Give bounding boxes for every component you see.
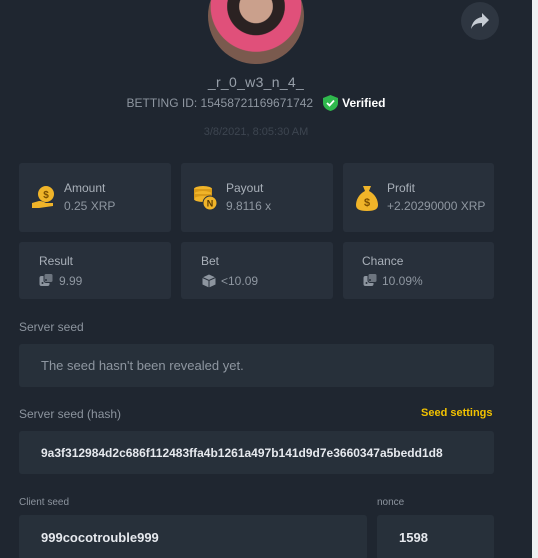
svg-text:N: N — [207, 199, 214, 209]
bet-timestamp: 3/8/2021, 8:05:30 AM — [203, 126, 309, 138]
amount-label: Amount — [64, 181, 106, 195]
result-card: Result 9.99 — [19, 242, 171, 299]
svg-text:$: $ — [364, 197, 370, 209]
payout-value: 9.8116 x — [226, 199, 272, 213]
server-seed-label: Server seed — [19, 320, 84, 334]
client-seed-label: Client seed — [19, 497, 70, 508]
nonce-value: 1598 — [399, 530, 428, 545]
betting-id: BETTING ID: 15458721169671742 — [126, 96, 314, 110]
chance-value: 10.09% — [382, 274, 423, 288]
svg-text:$: $ — [43, 190, 49, 201]
chance-card: Chance 10.09% — [343, 242, 494, 299]
server-seed-hash-field[interactable]: 9a3f312984d2c686f112483ffa4b1261a497b141… — [19, 431, 494, 474]
nonce-label: nonce — [377, 497, 405, 508]
server-seed-field: The seed hasn't been revealed yet. — [19, 344, 494, 387]
username: _r_0_w3_n_4_ — [207, 74, 305, 90]
coin-stack-icon: N — [194, 186, 218, 211]
nonce-field[interactable]: 1598 — [377, 515, 494, 558]
profit-label: Profit — [387, 181, 416, 195]
share-button[interactable] — [461, 2, 499, 40]
cube-icon — [202, 274, 216, 288]
bet-card: Bet <10.09 — [181, 242, 333, 299]
server-seed-value: The seed hasn't been revealed yet. — [41, 358, 244, 373]
betting-id-row: BETTING ID: 15458721169671742 Verified — [0, 95, 512, 111]
server-seed-hash-label: Server seed (hash) — [19, 407, 122, 421]
money-bag-coin-icon: $ — [32, 186, 54, 208]
shield-check-icon — [323, 95, 339, 111]
share-icon — [471, 13, 489, 29]
payout-label: Payout — [226, 181, 264, 195]
verified-label: Verified — [342, 96, 386, 110]
window-edge — [532, 0, 538, 558]
result-label: Result — [39, 254, 74, 268]
dice-icon — [363, 273, 378, 286]
seed-settings-link[interactable]: Seed settings — [421, 407, 493, 419]
server-seed-hash-value: 9a3f312984d2c686f112483ffa4b1261a497b141… — [41, 445, 443, 460]
bet-label: Bet — [201, 254, 220, 268]
verified-badge: Verified — [323, 95, 385, 111]
amount-value: 0.25 XRP — [64, 199, 116, 213]
client-seed-field[interactable]: 999cocotrouble999 — [19, 515, 367, 558]
dollar-bag-icon: $ — [356, 186, 378, 211]
amount-card: $ Amount 0.25 XRP — [19, 163, 171, 232]
dice-icon — [39, 273, 54, 286]
profit-card: $ Profit +2.20290000 XRP — [343, 163, 494, 232]
bet-value: <10.09 — [221, 274, 259, 288]
client-seed-value: 999cocotrouble999 — [41, 530, 159, 545]
chance-label: Chance — [362, 254, 404, 268]
result-value: 9.99 — [59, 274, 83, 288]
payout-card: N Payout 9.8116 x — [181, 163, 333, 232]
avatar[interactable] — [208, 0, 304, 64]
profit-value: +2.20290000 XRP — [387, 199, 486, 213]
